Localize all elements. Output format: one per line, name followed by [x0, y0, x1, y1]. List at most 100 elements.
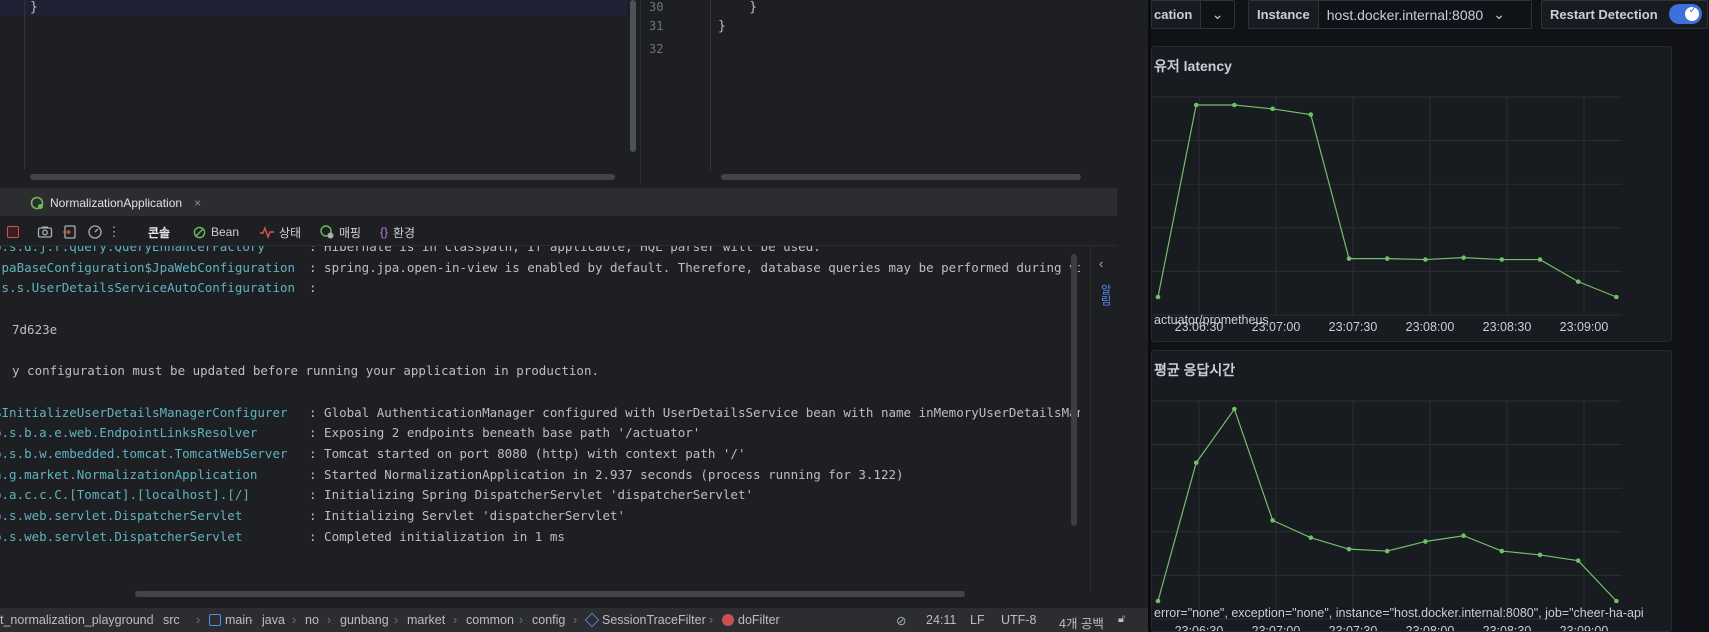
logger-name[interactable]: o.s.b.a.e.web.EndpointLinksResolver	[0, 425, 309, 440]
chevron-down-icon[interactable]: ⌄	[1200, 1, 1234, 28]
logger-name[interactable]: o.s.web.servlet.DispatcherServlet	[0, 508, 309, 523]
logger-name[interactable]: JpaBaseConfiguration$JpaWebConfiguration	[0, 260, 309, 275]
status-indent[interactable]: 4개 공백	[1059, 613, 1104, 632]
data-point[interactable]	[1537, 552, 1543, 558]
data-point[interactable]	[1232, 406, 1237, 412]
breadcrumb-item[interactable]: doFilter	[722, 613, 780, 627]
restart-detection-label: Restart Detection	[1550, 7, 1658, 22]
data-point[interactable]	[1575, 279, 1581, 284]
breadcrumb-item[interactable]: config	[532, 613, 565, 627]
data-point[interactable]	[1384, 548, 1390, 554]
breadcrumb-separator: ›	[327, 613, 332, 627]
breadcrumb-item[interactable]: gunbang	[340, 613, 389, 627]
console-hscrollbar[interactable]	[135, 591, 965, 597]
data-point[interactable]	[1270, 106, 1275, 112]
gauge-icon[interactable]	[87, 224, 103, 240]
log-message: :	[309, 280, 317, 296]
data-point[interactable]	[1155, 598, 1161, 604]
breadcrumb-item[interactable]: SessionTraceFilter	[584, 612, 706, 628]
restore-layout-icon[interactable]	[62, 224, 78, 240]
breadcrumb-label: gunbang	[340, 613, 389, 627]
line-number: 30	[649, 0, 664, 14]
avg-response-panel[interactable]: 평균 응답시간 23:06:30 23:07:00 23:07:30 23:08:00…	[1151, 350, 1672, 632]
more-options-icon[interactable]: ⋮	[106, 224, 122, 240]
data-point[interactable]	[1155, 294, 1161, 300]
lock-icon[interactable]: 🔓︎	[1118, 613, 1125, 626]
logger-name[interactable]: o.s.b.w.embedded.tomcat.TomcatWebServer	[0, 446, 309, 461]
data-point[interactable]	[1423, 539, 1428, 544]
editor-left-scrollbar[interactable]	[630, 0, 636, 152]
status-encoding[interactable]: UTF-8	[1001, 613, 1036, 627]
log-message: y configuration must be updated before r…	[12, 363, 599, 379]
tab-console[interactable]: 콘솔	[148, 223, 170, 241]
data-point[interactable]	[1384, 256, 1390, 261]
logger-name[interactable]: .s.s.UserDetailsServiceAutoConfiguration	[0, 280, 309, 295]
status-position[interactable]: 24:11	[926, 613, 956, 627]
camera-icon[interactable]	[37, 224, 53, 240]
restart-detection-toggle[interactable]: ✓	[1669, 4, 1702, 24]
editor-left-hscrollbar[interactable]	[30, 174, 615, 180]
data-point[interactable]	[1193, 102, 1199, 108]
mapping-icon	[320, 225, 334, 239]
run-tab-label: NormalizationApplication	[50, 196, 183, 210]
data-point[interactable]	[1537, 257, 1543, 262]
tab-mapping[interactable]: 매핑	[320, 223, 361, 241]
console-output[interactable]: o.s.d.j.r.query.QueryEnhancerFactory: Hi…	[0, 246, 1080, 592]
logger-name[interactable]: o.a.c.c.C.[Tomcat].[localhost].[/]	[0, 487, 309, 502]
instance-select[interactable]: host.docker.internal:8080 ⌄	[1317, 1, 1531, 28]
breadcrumb-separator: ›	[394, 613, 399, 627]
logger-name[interactable]: o.s.d.j.r.query.QueryEnhancerFactory	[0, 246, 309, 254]
data-point[interactable]	[1270, 518, 1275, 523]
data-point[interactable]	[1614, 294, 1619, 300]
breadcrumb-item[interactable]: src	[163, 613, 180, 627]
breadcrumb-item[interactable]: main	[209, 613, 252, 627]
status-line-sep[interactable]: LF	[970, 613, 985, 627]
breadcrumb-item[interactable]: java	[262, 613, 285, 627]
instance-variable[interactable]: Instance host.docker.internal:8080 ⌄	[1248, 0, 1532, 29]
stop-icon[interactable]	[7, 226, 19, 238]
latency-panel[interactable]: 유저 latency 23:06:30 23:07:00 23:07:30 23:08…	[1151, 46, 1672, 342]
breadcrumb-item[interactable]: market	[407, 613, 445, 627]
logger-name[interactable]: o.s.web.servlet.DispatcherServlet	[0, 529, 309, 544]
data-point[interactable]	[1232, 102, 1237, 108]
notifications-label[interactable]: 알림	[1097, 284, 1113, 306]
tab-bean[interactable]: Bean	[193, 223, 239, 241]
tab-environment[interactable]: {} 환경	[380, 223, 415, 241]
log-line: .s.s.UserDetailsServiceAutoConfiguration…	[0, 280, 317, 300]
editor-right-pane[interactable]: 30 31 32 } }	[641, 0, 1117, 183]
breadcrumb-item[interactable]: no	[305, 613, 319, 627]
data-point[interactable]	[1346, 256, 1352, 261]
legend-entry[interactable]: error="none", exception="none", instance…	[1154, 606, 1644, 620]
data-point[interactable]	[1575, 558, 1581, 563]
application-variable[interactable]: cation ⌄	[1151, 0, 1235, 29]
console-vscrollbar[interactable]	[1071, 254, 1077, 526]
breadcrumb-item[interactable]: common	[466, 613, 514, 627]
inspection-icon[interactable]: ⊘	[896, 613, 906, 628]
data-point[interactable]	[1614, 598, 1619, 604]
logger-name[interactable]: n.g.market.NormalizationApplication	[0, 467, 309, 482]
data-point[interactable]	[1308, 112, 1314, 117]
breadcrumb-item[interactable]: t_normalization_playground	[0, 613, 154, 627]
avg-response-chart[interactable]: 23:06:30 23:07:00 23:07:30 23:08:00 23:08:30…	[1152, 389, 1672, 632]
data-point[interactable]	[1499, 257, 1505, 262]
folder-icon	[209, 614, 221, 626]
logger-name[interactable]: $InitializeUserDetailsManagerConfigurer	[0, 405, 309, 420]
editor-left-pane[interactable]: }	[0, 0, 641, 183]
close-icon[interactable]: ×	[194, 196, 201, 210]
chevron-left-icon[interactable]: ‹	[1099, 256, 1103, 271]
data-point[interactable]	[1461, 533, 1466, 539]
legend-entry[interactable]: actuator/prometheus	[1154, 313, 1269, 327]
data-point[interactable]	[1308, 535, 1314, 540]
editor-right-hscrollbar[interactable]	[721, 174, 1081, 180]
breadcrumb-label: SessionTraceFilter	[602, 613, 706, 627]
data-point[interactable]	[1461, 255, 1466, 260]
tab-health[interactable]: 상태	[260, 223, 301, 241]
data-point[interactable]	[1423, 257, 1428, 262]
data-point[interactable]	[1346, 546, 1352, 552]
series-line[interactable]	[1157, 407, 1617, 602]
data-point[interactable]	[1193, 460, 1199, 466]
latency-chart[interactable]: 23:06:30 23:07:00 23:07:30 23:08:00 23:08:30…	[1152, 85, 1672, 335]
data-point[interactable]	[1499, 548, 1505, 554]
series-line[interactable]	[1157, 104, 1617, 298]
run-tab[interactable]: NormalizationApplication ×	[30, 193, 201, 213]
